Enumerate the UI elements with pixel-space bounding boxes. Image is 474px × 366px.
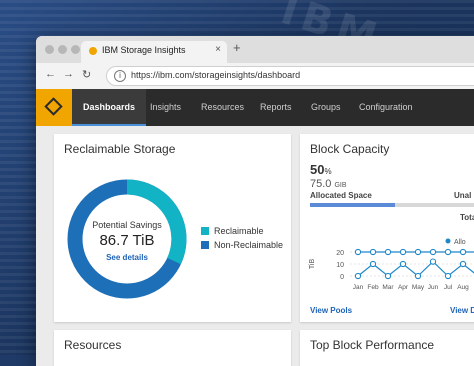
card-title: Top Block Performance: [310, 338, 435, 352]
browser-tab[interactable]: IBM Storage Insights ×: [81, 41, 227, 63]
legend-reclaimable: Reclaimable: [201, 226, 264, 236]
back-arrow-icon[interactable]: ←: [45, 68, 56, 80]
legend-dot: [445, 238, 451, 244]
center-value: 86.7 TiB: [99, 232, 155, 249]
capacity-percent: 50%: [310, 162, 332, 177]
total-label: Tota: [460, 213, 474, 222]
series-point: [369, 248, 377, 256]
card-title: Resources: [64, 338, 122, 352]
series-point: [414, 272, 422, 280]
legend-swatch-icon: [201, 241, 209, 249]
series-point: [459, 248, 467, 256]
x-tick-label: May: [412, 284, 425, 291]
series-point: [399, 248, 407, 256]
x-tick-label: Apr: [398, 284, 409, 291]
series-point: [384, 272, 392, 280]
view-pools-link[interactable]: View Pools: [310, 306, 352, 315]
block-capacity-card: Block Capacity 50% 75.0 GIB Allocated Sp…: [300, 134, 474, 322]
series-point: [414, 248, 422, 256]
info-icon[interactable]: i: [114, 70, 126, 82]
unallocated-label: Unal: [454, 191, 472, 200]
series-point: [429, 258, 437, 265]
legend-swatch-icon: [201, 227, 209, 235]
top-block-performance-card: Top Block Performance: [300, 330, 474, 366]
series-point: [444, 248, 452, 256]
x-tick-label: Jan: [353, 284, 364, 291]
series-point: [369, 260, 377, 268]
allocated-space-label: Allocated Space: [310, 191, 372, 200]
view-details-link[interactable]: View D: [450, 306, 474, 315]
app-navigation: Dashboards Insights Resources Reports Gr…: [36, 89, 474, 126]
capacity-value: 75.0 GIB: [310, 178, 347, 190]
browser-window: IBM Storage Insights × + ← → ↻ i https:/…: [36, 36, 474, 366]
url-field[interactable]: i https://ibm.com/storageinsights/dashbo…: [106, 66, 474, 86]
legend-label: Reclaimable: [214, 226, 264, 236]
nav-resources[interactable]: Resources: [190, 89, 255, 126]
series-point: [459, 260, 467, 268]
y-tick-label: 10: [336, 262, 344, 269]
y-axis-label: TiB: [309, 259, 316, 270]
resources-card: Resources: [54, 330, 291, 366]
address-bar: ← → ↻ i https://ibm.com/storageinsights/…: [36, 63, 474, 90]
series-point: [399, 260, 407, 268]
maximize-window-button[interactable]: [71, 45, 80, 54]
nav-insights[interactable]: Insights: [139, 89, 192, 126]
x-tick-label: Mar: [382, 284, 394, 291]
series-point: [429, 248, 437, 256]
url-text[interactable]: https://ibm.com/storageinsights/dashboar…: [131, 70, 300, 80]
forward-arrow-icon[interactable]: →: [63, 68, 74, 80]
title-bar: IBM Storage Insights × +: [36, 36, 474, 63]
series-point: [444, 272, 452, 280]
new-tab-button[interactable]: +: [233, 40, 241, 55]
card-title: Block Capacity: [310, 142, 390, 156]
reload-icon[interactable]: ↻: [82, 68, 91, 81]
legend-label: Allo: [454, 239, 466, 246]
center-label: Potential Savings: [92, 220, 162, 230]
y-tick-label: 20: [336, 250, 344, 257]
nav-reports[interactable]: Reports: [249, 89, 303, 126]
see-details-link[interactable]: See details: [54, 253, 200, 262]
tab-title: IBM Storage Insights: [102, 45, 186, 55]
dashboard-content: Reclaimable Storage Potential Savings 86…: [36, 126, 474, 366]
card-title: Reclaimable Storage: [64, 142, 176, 156]
series-point: [354, 272, 362, 280]
nav-groups[interactable]: Groups: [300, 89, 352, 126]
close-window-button[interactable]: [45, 45, 54, 54]
storage-insights-logo[interactable]: [36, 89, 72, 126]
allocation-line-chart: Allo20100TiBJanFebMarAprMayJunJulAugSe: [309, 238, 474, 291]
legend-non-reclaimable: Non-Reclaimable: [201, 240, 283, 250]
x-tick-label: Jun: [428, 284, 439, 291]
reclaimable-storage-card: Reclaimable Storage Potential Savings 86…: [54, 134, 291, 322]
capacity-bar: [310, 203, 474, 207]
series-point: [384, 248, 392, 256]
nav-configuration[interactable]: Configuration: [348, 89, 424, 126]
y-tick-label: 0: [340, 274, 344, 281]
nav-dashboards[interactable]: Dashboards: [72, 89, 147, 126]
x-tick-label: Jul: [444, 284, 453, 291]
ibm-favicon-icon: [89, 47, 97, 55]
cube-icon: [44, 97, 63, 116]
x-tick-label: Aug: [457, 284, 469, 291]
capacity-bar-fill: [310, 203, 395, 207]
tab-close-icon[interactable]: ×: [215, 44, 221, 55]
series-point: [354, 248, 362, 256]
legend-label: Non-Reclaimable: [214, 240, 284, 250]
x-tick-label: Feb: [367, 284, 379, 291]
minimize-window-button[interactable]: [58, 45, 67, 54]
